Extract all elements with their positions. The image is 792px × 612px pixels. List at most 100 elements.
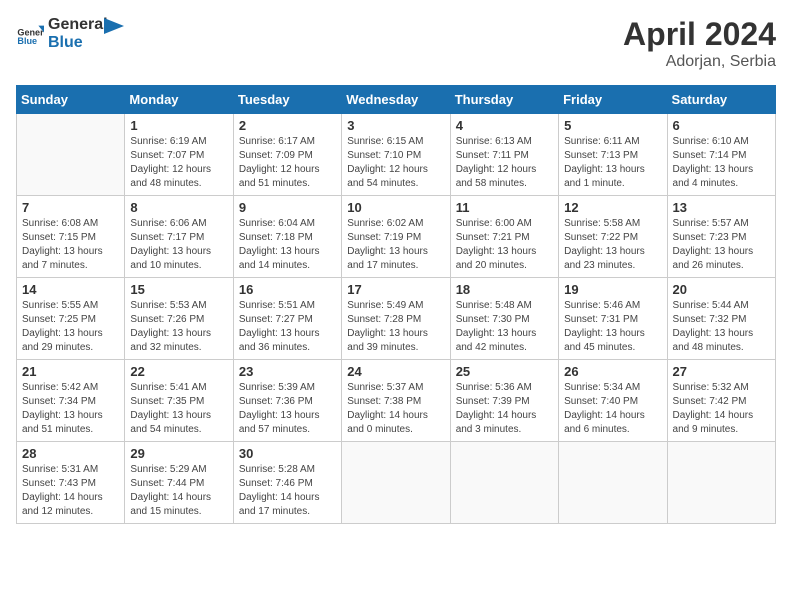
header-friday: Friday — [559, 86, 667, 114]
calendar-header-row: SundayMondayTuesdayWednesdayThursdayFrid… — [17, 86, 776, 114]
logo: General Blue General Blue — [16, 16, 124, 51]
calendar-cell: 30Sunrise: 5:28 AM Sunset: 7:46 PM Dayli… — [233, 442, 341, 524]
day-number: 2 — [239, 118, 336, 133]
day-number: 28 — [22, 446, 119, 461]
calendar-cell: 5Sunrise: 6:11 AM Sunset: 7:13 PM Daylig… — [559, 114, 667, 196]
day-number: 22 — [130, 364, 227, 379]
day-number: 25 — [456, 364, 553, 379]
day-number: 8 — [130, 200, 227, 215]
day-info: Sunrise: 6:04 AM Sunset: 7:18 PM Dayligh… — [239, 217, 336, 273]
calendar-cell: 28 Sunrise: 5:31 AM Sunset: 7:43 PM Dayli… — [17, 442, 125, 524]
calendar-cell: 22 Sunrise: 5:41 AM Sunset: 7:35 PM Dayli… — [125, 360, 233, 442]
day-info: Sunrise: 5:57 AM Sunset: 7:23 PM Dayligh… — [673, 217, 770, 273]
calendar-cell: 8Sunrise: 6:06 AM Sunset: 7:17 PM Daylig… — [125, 196, 233, 278]
logo-blue: Blue — [48, 34, 83, 51]
day-info: Sunrise: 6:10 AM Sunset: 7:14 PM Dayligh… — [673, 135, 770, 191]
logo-flag-icon — [104, 18, 124, 42]
calendar-cell — [559, 442, 667, 524]
day-info: Sunrise: 6:08 AM Sunset: 7:15 PM Dayligh… — [22, 217, 119, 273]
day-info: Sunrise: 5:49 AM Sunset: 7:28 PM Dayligh… — [347, 299, 444, 355]
day-info: Sunrise: 5:28 AM Sunset: 7:46 PM Dayligh… — [239, 463, 336, 519]
calendar-cell: 23 Sunrise: 5:39 AM Sunset: 7:36 PM Dayli… — [233, 360, 341, 442]
calendar-cell: 27 Sunrise: 5:32 AM Sunset: 7:42 PM Dayli… — [667, 360, 775, 442]
title-block: April 2024 Adorjan, Serbia — [623, 16, 776, 71]
day-info: Sunrise: 5:55 AM Sunset: 7:25 PM Dayligh… — [22, 299, 119, 355]
day-number: 20 — [673, 282, 770, 297]
day-number: 12 — [564, 200, 661, 215]
calendar-cell: 7Sunrise: 6:08 AM Sunset: 7:15 PM Daylig… — [17, 196, 125, 278]
day-info: Sunrise: 5:37 AM Sunset: 7:38 PM Dayligh… — [347, 381, 444, 437]
location-title: Adorjan, Serbia — [623, 53, 776, 71]
calendar-cell: 17 Sunrise: 5:49 AM Sunset: 7:28 PM Dayli… — [342, 278, 450, 360]
calendar-cell: 4 Sunrise: 6:13 AM Sunset: 7:11 PM Daylig… — [450, 114, 558, 196]
day-number: 5 — [564, 118, 661, 133]
logo-icon: General Blue — [16, 20, 44, 48]
calendar-cell: 14 Sunrise: 5:55 AM Sunset: 7:25 PM Dayli… — [17, 278, 125, 360]
day-info: Sunrise: 5:36 AM Sunset: 7:39 PM Dayligh… — [456, 381, 553, 437]
calendar-cell: 21 Sunrise: 5:42 AM Sunset: 7:34 PM Dayli… — [17, 360, 125, 442]
day-number: 29 — [130, 446, 227, 461]
calendar-week-2: 7Sunrise: 6:08 AM Sunset: 7:15 PM Daylig… — [17, 196, 776, 278]
month-title: April 2024 — [623, 16, 776, 53]
day-number: 23 — [239, 364, 336, 379]
day-info: Sunrise: 5:39 AM Sunset: 7:36 PM Dayligh… — [239, 381, 336, 437]
calendar-cell: 1 Sunrise: 6:19 AM Sunset: 7:07 PM Daylig… — [125, 114, 233, 196]
day-info: Sunrise: 6:15 AM Sunset: 7:10 PM Dayligh… — [347, 135, 444, 191]
header-tuesday: Tuesday — [233, 86, 341, 114]
day-number: 4 — [456, 118, 553, 133]
calendar-cell: 11 Sunrise: 6:00 AM Sunset: 7:21 PM Dayli… — [450, 196, 558, 278]
calendar-cell: 29 Sunrise: 5:29 AM Sunset: 7:44 PM Dayli… — [125, 442, 233, 524]
calendar-cell: 16Sunrise: 5:51 AM Sunset: 7:27 PM Dayli… — [233, 278, 341, 360]
day-info: Sunrise: 5:29 AM Sunset: 7:44 PM Dayligh… — [130, 463, 227, 519]
day-info: Sunrise: 6:19 AM Sunset: 7:07 PM Dayligh… — [130, 135, 227, 191]
day-number: 21 — [22, 364, 119, 379]
calendar-cell: 3 Sunrise: 6:15 AM Sunset: 7:10 PM Daylig… — [342, 114, 450, 196]
calendar-cell: 12 Sunrise: 5:58 AM Sunset: 7:22 PM Dayli… — [559, 196, 667, 278]
calendar-cell: 20Sunrise: 5:44 AM Sunset: 7:32 PM Dayli… — [667, 278, 775, 360]
calendar-table: SundayMondayTuesdayWednesdayThursdayFrid… — [16, 85, 776, 524]
day-number: 14 — [22, 282, 119, 297]
day-number: 17 — [347, 282, 444, 297]
day-info: Sunrise: 6:00 AM Sunset: 7:21 PM Dayligh… — [456, 217, 553, 273]
day-number: 9 — [239, 200, 336, 215]
calendar-cell: 6 Sunrise: 6:10 AM Sunset: 7:14 PM Daylig… — [667, 114, 775, 196]
header-monday: Monday — [125, 86, 233, 114]
calendar-cell: 18Sunrise: 5:48 AM Sunset: 7:30 PM Dayli… — [450, 278, 558, 360]
day-info: Sunrise: 5:41 AM Sunset: 7:35 PM Dayligh… — [130, 381, 227, 437]
calendar-cell: 10Sunrise: 6:02 AM Sunset: 7:19 PM Dayli… — [342, 196, 450, 278]
header-sunday: Sunday — [17, 86, 125, 114]
day-number: 6 — [673, 118, 770, 133]
day-info: Sunrise: 5:42 AM Sunset: 7:34 PM Dayligh… — [22, 381, 119, 437]
page-header: General Blue General Blue April 2024 Ado… — [16, 16, 776, 71]
calendar-cell — [667, 442, 775, 524]
day-info: Sunrise: 5:32 AM Sunset: 7:42 PM Dayligh… — [673, 381, 770, 437]
day-info: Sunrise: 5:31 AM Sunset: 7:43 PM Dayligh… — [22, 463, 119, 519]
header-saturday: Saturday — [667, 86, 775, 114]
day-number: 3 — [347, 118, 444, 133]
day-info: Sunrise: 5:46 AM Sunset: 7:31 PM Dayligh… — [564, 299, 661, 355]
svg-text:Blue: Blue — [17, 35, 37, 45]
calendar-week-4: 21 Sunrise: 5:42 AM Sunset: 7:34 PM Dayli… — [17, 360, 776, 442]
calendar-cell: 2Sunrise: 6:17 AM Sunset: 7:09 PM Daylig… — [233, 114, 341, 196]
day-info: Sunrise: 5:58 AM Sunset: 7:22 PM Dayligh… — [564, 217, 661, 273]
header-thursday: Thursday — [450, 86, 558, 114]
calendar-cell: 19 Sunrise: 5:46 AM Sunset: 7:31 PM Dayli… — [559, 278, 667, 360]
calendar-cell: 26 Sunrise: 5:34 AM Sunset: 7:40 PM Dayli… — [559, 360, 667, 442]
calendar-cell: 25 Sunrise: 5:36 AM Sunset: 7:39 PM Dayli… — [450, 360, 558, 442]
day-info: Sunrise: 5:34 AM Sunset: 7:40 PM Dayligh… — [564, 381, 661, 437]
day-number: 27 — [673, 364, 770, 379]
day-info: Sunrise: 6:13 AM Sunset: 7:11 PM Dayligh… — [456, 135, 553, 191]
day-info: Sunrise: 5:53 AM Sunset: 7:26 PM Dayligh… — [130, 299, 227, 355]
day-info: Sunrise: 5:48 AM Sunset: 7:30 PM Dayligh… — [456, 299, 553, 355]
calendar-cell: 13 Sunrise: 5:57 AM Sunset: 7:23 PM Dayli… — [667, 196, 775, 278]
calendar-cell — [17, 114, 125, 196]
day-number: 26 — [564, 364, 661, 379]
day-number: 11 — [456, 200, 553, 215]
day-number: 13 — [673, 200, 770, 215]
day-number: 19 — [564, 282, 661, 297]
calendar-cell — [342, 442, 450, 524]
day-number: 15 — [130, 282, 227, 297]
day-number: 1 — [130, 118, 227, 133]
day-info: Sunrise: 6:02 AM Sunset: 7:19 PM Dayligh… — [347, 217, 444, 273]
logo-general: General — [48, 16, 108, 33]
